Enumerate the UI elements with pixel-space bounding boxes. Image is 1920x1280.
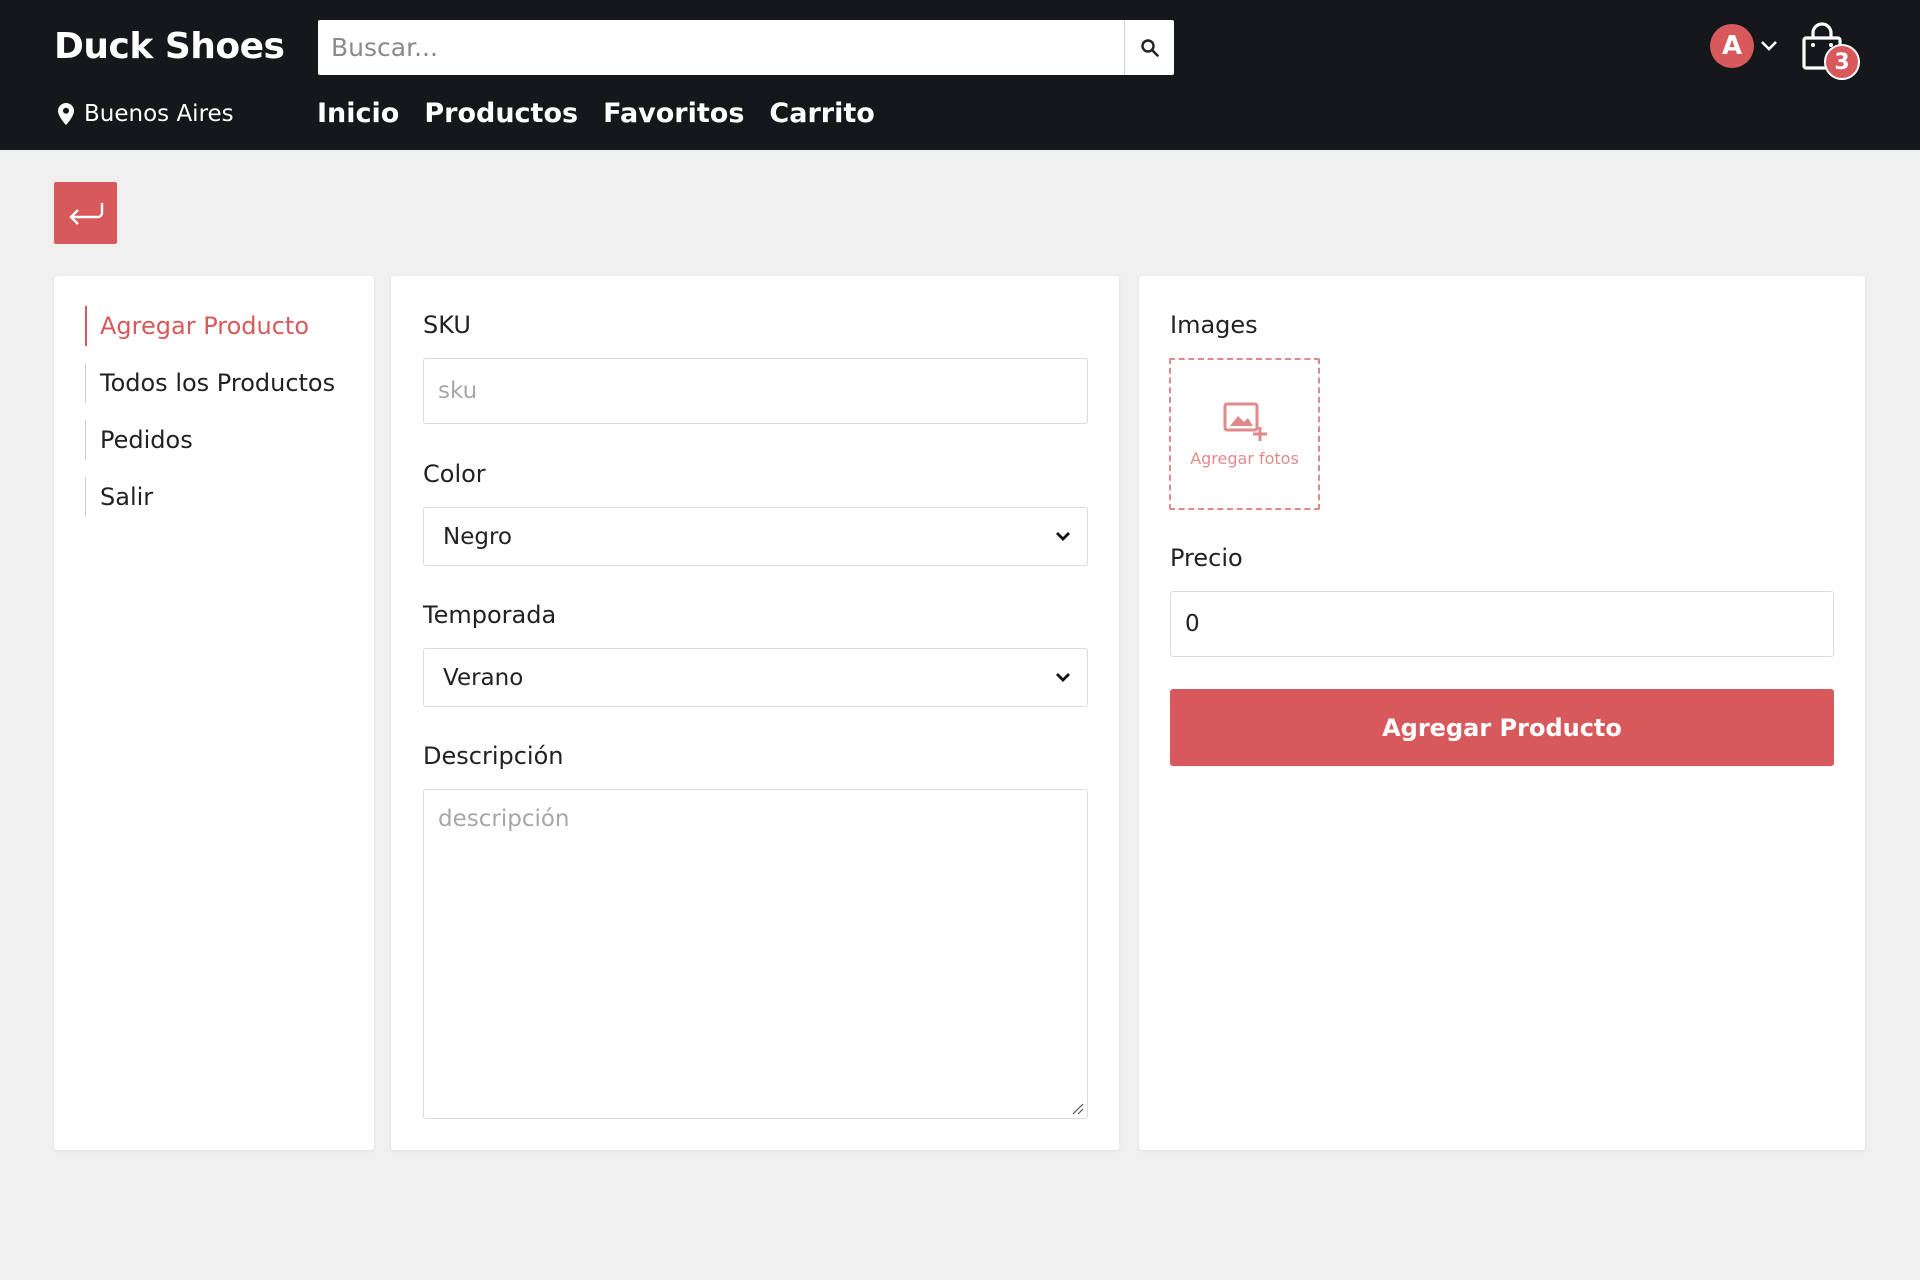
sidebar-item-salir[interactable]: Salir — [85, 477, 335, 517]
price-label: Precio — [1170, 544, 1243, 572]
cart-button[interactable]: 3 — [1800, 22, 1860, 86]
nav-link-carrito[interactable]: Carrito — [769, 98, 874, 129]
color-select[interactable]: Negro — [423, 507, 1088, 566]
price-input[interactable] — [1170, 591, 1834, 657]
description-wrapper — [423, 789, 1088, 1119]
season-selected-value: Verano — [443, 664, 524, 691]
chevron-down-icon — [1056, 673, 1070, 682]
add-photos-label: Agregar fotos — [1190, 448, 1299, 468]
sidebar-menu: Agregar Producto Todos los Productos Ped… — [85, 306, 335, 534]
add-photos-button[interactable]: Agregar fotos — [1169, 358, 1320, 510]
return-arrow-icon — [68, 203, 103, 225]
color-selected-value: Negro — [443, 523, 512, 550]
description-label: Descripción — [423, 742, 564, 770]
nav-link-productos[interactable]: Productos — [424, 98, 578, 129]
search-bar — [318, 20, 1174, 75]
sidebar-item-pedidos[interactable]: Pedidos — [85, 420, 335, 460]
product-form-side: Images Agregar fotos Precio Agregar Prod… — [1139, 276, 1865, 1150]
search-icon — [1140, 38, 1159, 57]
avatar: A — [1710, 24, 1754, 68]
main-nav: Inicio Productos Favoritos Carrito — [317, 98, 875, 129]
location-label: Buenos Aires — [84, 101, 234, 127]
resize-handle-icon[interactable] — [1070, 1101, 1084, 1115]
nav-link-inicio[interactable]: Inicio — [317, 98, 399, 129]
product-form-main: SKU Color Negro Temporada Verano Descrip… — [391, 276, 1119, 1150]
location-selector[interactable]: Buenos Aires — [58, 101, 234, 127]
nav-link-favoritos[interactable]: Favoritos — [603, 98, 744, 129]
description-textarea[interactable] — [423, 789, 1088, 1119]
sku-label: SKU — [423, 311, 471, 339]
map-pin-icon — [58, 103, 74, 125]
brand-logo[interactable]: Duck Shoes — [54, 26, 285, 67]
chevron-down-icon — [1761, 41, 1777, 51]
admin-sidebar: Agregar Producto Todos los Productos Ped… — [54, 276, 374, 1150]
season-label: Temporada — [423, 601, 557, 629]
back-button[interactable] — [54, 182, 117, 244]
images-label: Images — [1170, 311, 1258, 339]
sidebar-item-agregar-producto[interactable]: Agregar Producto — [85, 306, 335, 346]
cart-count-badge: 3 — [1824, 44, 1860, 80]
color-label: Color — [423, 460, 486, 488]
season-select[interactable]: Verano — [423, 648, 1088, 707]
sku-input[interactable] — [423, 358, 1088, 424]
chevron-down-icon — [1056, 532, 1070, 541]
add-image-icon — [1223, 402, 1267, 441]
user-menu[interactable]: A — [1710, 24, 1778, 68]
add-product-button[interactable]: Agregar Producto — [1170, 689, 1834, 766]
search-button[interactable] — [1124, 20, 1174, 75]
sidebar-item-todos-los-productos[interactable]: Todos los Productos — [85, 363, 335, 403]
search-input[interactable] — [318, 20, 1124, 75]
top-header: Duck Shoes Buenos Aires Inicio Productos… — [0, 0, 1920, 150]
